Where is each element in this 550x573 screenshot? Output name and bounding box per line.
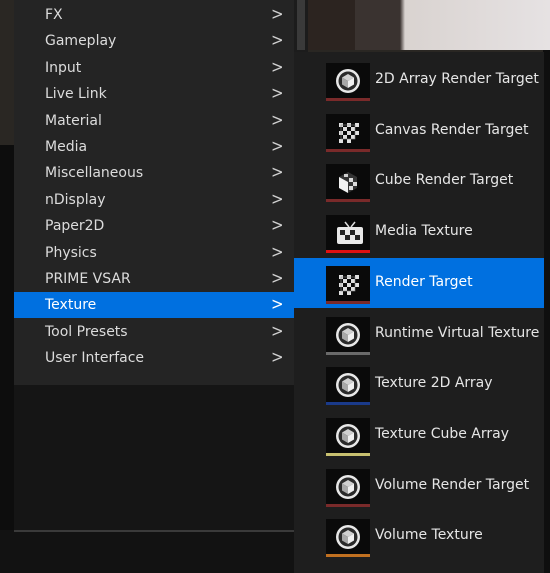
chevron-right-icon: > bbox=[271, 294, 284, 315]
chevron-right-icon: > bbox=[271, 188, 284, 209]
bottom-divider bbox=[14, 530, 300, 532]
asset-type-color-bar bbox=[326, 98, 370, 101]
menu-item-physics[interactable]: Physics > bbox=[14, 240, 294, 266]
chevron-right-icon: > bbox=[271, 241, 284, 262]
menu-item-prime-vsar[interactable]: PRIME VSAR > bbox=[14, 266, 294, 292]
menu-item-material[interactable]: Material > bbox=[14, 108, 294, 134]
asset-type-color-bar bbox=[326, 250, 370, 254]
submenu-item-runtime-virtual-texture[interactable]: Runtime Virtual Texture bbox=[294, 309, 544, 359]
left-panel-edge bbox=[0, 145, 14, 573]
submenu-item-canvas-render-target[interactable]: Canvas Render Target bbox=[294, 106, 544, 156]
chevron-right-icon: > bbox=[271, 83, 284, 104]
menu-item-live-link[interactable]: Live Link > bbox=[14, 81, 294, 107]
menu-item-user-interface[interactable]: User Interface > bbox=[14, 345, 294, 371]
checker-icon bbox=[326, 113, 370, 152]
cube-icon bbox=[326, 367, 370, 406]
menu-item-label: Input bbox=[45, 59, 82, 76]
category-menu: FX > Gameplay > Input > Live Link > Material > Med… bbox=[14, 0, 294, 385]
chevron-right-icon: > bbox=[271, 30, 284, 51]
menu-item-ndisplay[interactable]: nDisplay > bbox=[14, 187, 294, 213]
asset-type-color-bar bbox=[326, 554, 370, 558]
checker-cube-icon bbox=[326, 164, 370, 203]
chevron-right-icon: > bbox=[271, 56, 284, 77]
menu-item-label: Texture bbox=[45, 297, 97, 314]
asset-type-color-bar bbox=[326, 148, 370, 152]
menu-item-label: Physics bbox=[45, 244, 97, 261]
submenu-item-label: Render Target bbox=[375, 273, 473, 290]
menu-item-media[interactable]: Media > bbox=[14, 134, 294, 160]
menu-scrollbar-thumb[interactable] bbox=[297, 0, 305, 50]
menu-empty-area bbox=[14, 385, 294, 530]
chevron-right-icon: > bbox=[271, 347, 284, 368]
menu-item-label: Media bbox=[45, 139, 88, 155]
submenu-item-texture-cube-array[interactable]: Texture Cube Array bbox=[294, 410, 544, 460]
chevron-right-icon: > bbox=[271, 136, 284, 156]
submenu-item-label: Volume Texture bbox=[375, 527, 483, 544]
chevron-right-icon: > bbox=[271, 268, 284, 288]
menu-item-label: Live Link bbox=[45, 86, 107, 103]
submenu-item-media-texture[interactable]: Media Texture bbox=[294, 207, 544, 257]
cube-icon bbox=[326, 63, 370, 101]
submenu-item-label: Runtime Virtual Texture bbox=[375, 324, 540, 341]
bottom-panel bbox=[0, 530, 300, 573]
menu-item-label: Miscellaneous bbox=[45, 165, 144, 182]
menu-item-label: Material bbox=[45, 112, 102, 129]
tv-icon bbox=[326, 215, 370, 254]
right-panel-edge bbox=[543, 50, 550, 573]
menu-item-label: Tool Presets bbox=[45, 323, 128, 340]
submenu-item-2d-array-render-target[interactable]: 2D Array Render Target bbox=[294, 55, 544, 105]
chevron-right-icon: > bbox=[271, 320, 284, 341]
menu-item-tool-presets[interactable]: Tool Presets > bbox=[14, 319, 294, 345]
menu-item-texture[interactable]: Texture > bbox=[14, 292, 294, 319]
submenu-item-label: Texture Cube Array bbox=[375, 425, 510, 442]
submenu-item-label: Volume Render Target bbox=[375, 476, 530, 493]
menu-item-label: Gameplay bbox=[45, 33, 117, 50]
menu-item-miscellaneous[interactable]: Miscellaneous > bbox=[14, 160, 294, 186]
viewport-preview-dark bbox=[300, 0, 355, 50]
asset-type-color-bar bbox=[326, 503, 370, 507]
asset-type-color-bar bbox=[326, 199, 370, 203]
menu-item-label: PRIME VSAR bbox=[45, 271, 131, 287]
checker-icon bbox=[326, 265, 370, 304]
chevron-right-icon: > bbox=[271, 109, 284, 130]
submenu-item-label: 2D Array Render Target bbox=[375, 71, 539, 87]
chevron-right-icon: > bbox=[271, 162, 284, 183]
menu-item-label: FX bbox=[45, 7, 63, 23]
menu-item-label: Paper2D bbox=[45, 218, 105, 235]
submenu-item-label: Canvas Render Target bbox=[375, 121, 529, 138]
asset-type-color-bar bbox=[326, 351, 370, 355]
asset-type-color-bar bbox=[326, 300, 370, 304]
submenu-item-texture-2d-array[interactable]: Texture 2D Array bbox=[294, 359, 544, 409]
menu-item-input[interactable]: Input > bbox=[14, 55, 294, 81]
asset-type-color-bar bbox=[326, 402, 370, 406]
cube-icon bbox=[326, 417, 370, 456]
texture-submenu: 2D Array Render Target Canvas Render Targ… bbox=[294, 52, 544, 573]
submenu-item-render-target[interactable]: Render Target bbox=[294, 257, 544, 308]
cube-icon bbox=[326, 316, 370, 355]
chevron-right-icon: > bbox=[271, 4, 284, 24]
menu-item-label: User Interface bbox=[45, 350, 145, 367]
cube-icon bbox=[326, 468, 370, 507]
submenu-item-volume-render-target[interactable]: Volume Render Target bbox=[294, 461, 544, 511]
cube-icon bbox=[326, 519, 370, 558]
submenu-item-label: Texture 2D Array bbox=[375, 375, 493, 392]
submenu-item-cube-render-target[interactable]: Cube Render Target bbox=[294, 156, 544, 206]
submenu-item-label: Media Texture bbox=[375, 223, 473, 240]
menu-item-paper2d[interactable]: Paper2D > bbox=[14, 213, 294, 239]
submenu-item-volume-texture[interactable]: Volume Texture bbox=[294, 511, 544, 561]
chevron-right-icon: > bbox=[271, 215, 284, 236]
submenu-item-label: Cube Render Target bbox=[375, 172, 514, 189]
menu-item-gameplay[interactable]: Gameplay > bbox=[14, 28, 294, 54]
asset-type-color-bar bbox=[326, 452, 370, 456]
menu-item-label: nDisplay bbox=[45, 191, 106, 208]
menu-item-fx[interactable]: FX > bbox=[14, 2, 294, 28]
